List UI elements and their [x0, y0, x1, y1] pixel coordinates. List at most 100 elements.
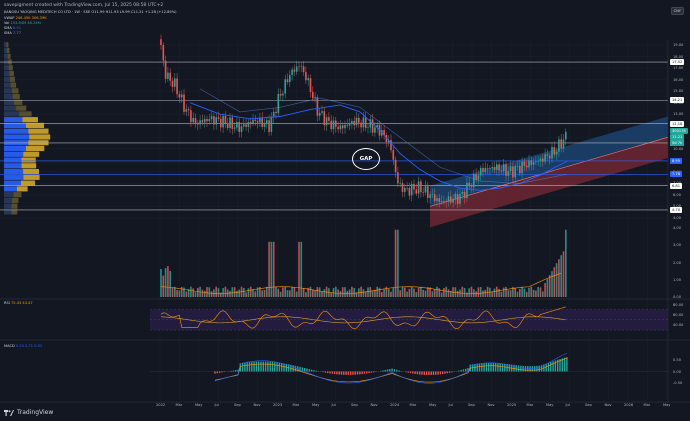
candle-body: [551, 147, 553, 159]
candle-body: [284, 79, 286, 94]
trading-chart[interactable]: [0, 0, 690, 421]
candle-body: [355, 117, 358, 126]
candle-body: [360, 122, 362, 128]
volume-bar: [194, 292, 197, 297]
volume-bar: [562, 251, 565, 297]
time-tick: Sep: [468, 403, 475, 407]
volume-bar: [344, 287, 346, 297]
time-tick: May: [663, 403, 671, 407]
volume-bar: [551, 271, 553, 297]
rsi-values: 75.43 43.47: [11, 301, 33, 305]
volume-bar: [383, 288, 385, 297]
volume-profile-down: [23, 168, 39, 175]
time-tick: Jul: [448, 403, 453, 407]
candle-body: [523, 161, 526, 166]
volume-profile-up: [4, 128, 29, 134]
candle-body: [509, 166, 512, 171]
volume-bar: [243, 287, 245, 297]
vol-values: 103.84M 48.24M: [10, 21, 41, 25]
volume-profile-up: [4, 88, 12, 94]
price-tick: 10.00: [673, 146, 684, 151]
macd-histogram-bar: [412, 371, 414, 374]
macd-histogram-bar: [547, 362, 550, 372]
rsi-label: RSI: [4, 301, 10, 305]
rsi-title[interactable]: RSI 75.43 43.47: [4, 301, 33, 305]
candle-body: [293, 69, 296, 72]
volume-bar: [477, 287, 480, 297]
volume-bar: [279, 291, 282, 297]
macd-histogram-bar: [517, 365, 520, 372]
volume-bar: [482, 290, 484, 297]
volume-bar: [535, 290, 537, 297]
macd-title[interactable]: MACD 0.20 0.71 0.52: [4, 344, 42, 348]
time-tick: Mar: [409, 403, 417, 407]
macd-histogram-bar: [389, 369, 391, 372]
volume-bar: [470, 286, 473, 297]
candle-body: [507, 170, 510, 176]
macd-histogram-bar: [331, 371, 333, 374]
candle-body: [479, 167, 482, 176]
volume-legend[interactable]: Vol 103.84M 48.24M: [4, 21, 41, 25]
volume-bar: [424, 290, 427, 297]
macd-histogram-bar: [481, 363, 483, 372]
symbol-legend[interactable]: JIANGSU YAOQING MEDITECH CO LTD · 1W · S…: [4, 10, 177, 14]
time-tick: Jul: [214, 403, 219, 407]
volume-bar: [261, 290, 263, 297]
macd-histogram-bar: [232, 370, 235, 372]
volume-profile-up: [4, 76, 10, 82]
volume-profile-up: [4, 94, 13, 100]
volume-profile-down: [6, 42, 9, 48]
volume-profile-down: [21, 163, 37, 169]
macd-histogram-bar: [536, 365, 538, 372]
candle-body: [254, 119, 257, 121]
volume-bar: [542, 291, 544, 297]
volume-bar: [401, 286, 404, 297]
sma-legend-1[interactable]: SMA 8.91: [4, 26, 21, 30]
volume-tick: 4.00: [673, 226, 682, 230]
volume-bar: [530, 286, 533, 297]
macd-histogram-bar: [416, 371, 419, 375]
macd-histogram-bar: [566, 357, 568, 372]
volume-bar: [217, 288, 220, 297]
volume-bar: [282, 287, 284, 297]
currency-button[interactable]: CNY: [670, 7, 684, 15]
volume-bar: [210, 291, 213, 297]
volume-bar: [447, 289, 450, 297]
macd-histogram-bar: [478, 363, 481, 372]
time-tick: May: [195, 403, 203, 407]
volume-bar: [284, 286, 286, 297]
vwap-legend[interactable]: VWAP 246.45K 306.39K: [4, 16, 47, 20]
candle-body: [300, 66, 303, 67]
macd-histogram-bar: [246, 362, 248, 372]
volume-bar: [565, 229, 567, 297]
macd-tick: 0.50: [673, 357, 682, 362]
macd-histogram-bar: [333, 371, 336, 375]
volume-bar: [514, 287, 516, 297]
candle-body: [325, 117, 328, 126]
macd-histogram-bar: [251, 361, 253, 372]
price-level-label: 8.95: [670, 157, 683, 164]
sma-legend-2[interactable]: SMA 7.77: [4, 31, 21, 35]
macd-histogram-bar: [264, 361, 267, 372]
macd-histogram-bar: [361, 371, 363, 375]
volume-profile-up: [4, 105, 17, 111]
macd-histogram-bar: [515, 365, 517, 372]
candle-body: [473, 174, 475, 188]
price-tick: 18.00: [673, 54, 684, 59]
candle-body: [482, 167, 484, 172]
tradingview-logo[interactable]: TradingView: [4, 409, 53, 416]
volume-bar: [516, 291, 519, 297]
candle-body: [243, 124, 245, 127]
macd-histogram-bar: [497, 363, 499, 372]
volume-profile-down: [19, 111, 32, 117]
volume-bar: [160, 269, 162, 297]
candle-body: [224, 115, 227, 124]
candle-body: [404, 187, 406, 192]
candle-body: [408, 187, 411, 196]
volume-bar: [197, 287, 199, 297]
candle-body: [461, 191, 464, 194]
candle-body: [390, 140, 392, 151]
candle-body: [252, 119, 254, 124]
candle-body: [171, 80, 174, 87]
macd-histogram-bar: [223, 371, 225, 373]
